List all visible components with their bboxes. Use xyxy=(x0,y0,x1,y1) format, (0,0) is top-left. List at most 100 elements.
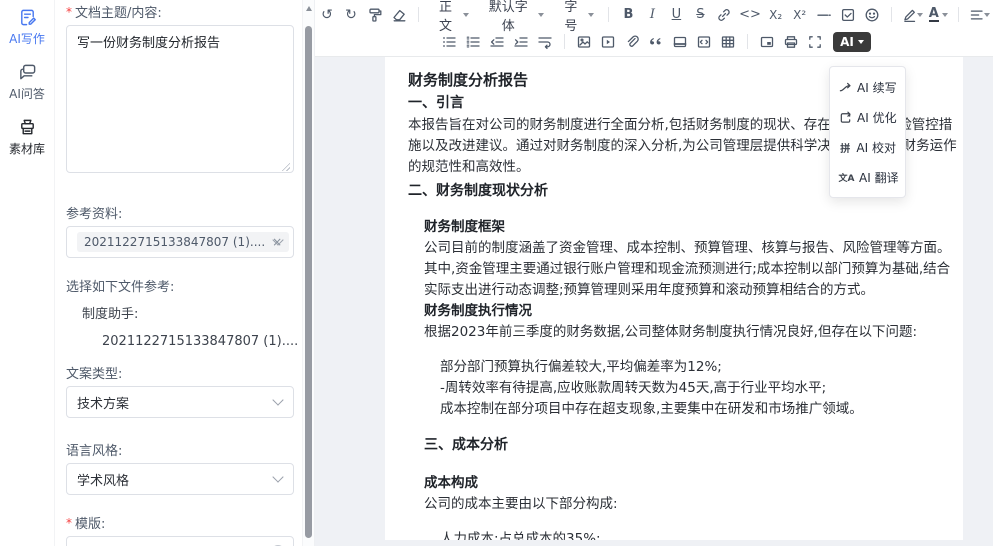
underline-button[interactable]: U xyxy=(665,4,687,26)
format-painter-icon xyxy=(367,7,383,23)
reference-tag: 2021122715133847807 (1).... × xyxy=(77,232,289,252)
toolbar-divider xyxy=(958,7,959,22)
inline-code-button[interactable]: <> xyxy=(737,4,762,26)
divider-button[interactable] xyxy=(669,31,691,53)
bold-button[interactable]: B xyxy=(617,4,639,26)
print-button[interactable] xyxy=(780,31,802,53)
horizontal-rule-icon xyxy=(816,7,832,23)
link-icon xyxy=(716,7,732,23)
highlight-pen-icon xyxy=(902,7,917,23)
required-asterisk: * xyxy=(66,516,72,530)
indent-increase-button[interactable] xyxy=(510,31,532,53)
table-icon xyxy=(720,34,736,50)
menu-item-ai-continue[interactable]: AI 续写 xyxy=(830,72,905,102)
code-block-button[interactable] xyxy=(693,31,715,53)
ordered-list-button[interactable] xyxy=(462,31,484,53)
library-icon xyxy=(18,118,37,137)
soft-wrap-button[interactable] xyxy=(534,31,556,53)
toolbar-row-1: ↺ ↻ 正文 默认字体 xyxy=(315,1,993,28)
strikethrough-button[interactable]: S xyxy=(689,4,711,26)
chevron-down-icon xyxy=(272,394,283,405)
horizontal-rule-button[interactable] xyxy=(813,4,835,26)
reference-select[interactable]: 2021122715133847807 (1).... × xyxy=(66,226,294,258)
fullscreen-icon xyxy=(807,34,823,50)
page-panel-icon xyxy=(759,34,775,50)
highlight-pen-button[interactable] xyxy=(900,4,925,26)
language-style-select[interactable]: 学术风格 xyxy=(66,463,294,495)
blockquote-button[interactable] xyxy=(645,31,667,53)
form-scrollbar[interactable] xyxy=(302,0,314,546)
paragraph-style-select[interactable]: 正文 xyxy=(426,4,476,26)
emoji-button[interactable] xyxy=(861,4,883,26)
bullet-list-icon xyxy=(441,34,457,50)
blockquote-icon xyxy=(648,34,664,50)
continue-writing-icon xyxy=(839,81,852,94)
sidebar: AI写作 AI问答 素材库 xyxy=(0,0,55,546)
doc-heading: 三、成本分析 xyxy=(424,434,957,457)
indent-decrease-button[interactable] xyxy=(486,31,508,53)
undo-button[interactable]: ↺ xyxy=(316,4,338,26)
print-icon xyxy=(783,34,799,50)
font-color-button[interactable]: A xyxy=(927,4,950,26)
task-list-button[interactable] xyxy=(837,4,859,26)
font-family-select[interactable]: 默认字体 xyxy=(476,4,551,26)
attachment-icon xyxy=(624,34,640,50)
doc-subheading: 财务制度执行情况 xyxy=(424,301,957,322)
video-icon xyxy=(600,34,616,50)
sidebar-item-material-library[interactable]: 素材库 xyxy=(0,118,54,157)
fullscreen-button[interactable] xyxy=(804,31,826,53)
sidebar-item-ai-writing[interactable]: AI写作 xyxy=(0,8,54,47)
table-button[interactable] xyxy=(717,31,739,53)
eraser-icon xyxy=(391,7,407,23)
sidebar-item-label: AI写作 xyxy=(9,30,45,47)
caret-down-icon xyxy=(917,13,923,17)
bullet-list-button[interactable] xyxy=(438,31,460,53)
soft-wrap-icon xyxy=(537,34,553,50)
superscript-button[interactable]: X² xyxy=(789,4,811,26)
doc-type-label: 文案类型: xyxy=(66,363,294,382)
insert-image-button[interactable] xyxy=(573,31,595,53)
doc-list-item: 成本控制在部分项目中存在超支现象,主要集中在研发和市场推广领域。 xyxy=(440,399,957,420)
code-block-icon xyxy=(696,34,712,50)
doc-list-item: 人力成本:占总成本的35%; xyxy=(440,529,957,540)
format-painter-button[interactable] xyxy=(364,4,386,26)
doc-type-select[interactable]: 技术方案 xyxy=(66,386,294,418)
undo-icon: ↺ xyxy=(321,8,333,22)
scroll-up-icon[interactable] xyxy=(306,6,312,11)
eraser-button[interactable] xyxy=(388,4,410,26)
scrollbar-thumb[interactable] xyxy=(305,26,312,538)
caret-down-icon xyxy=(538,13,544,17)
insert-video-button[interactable] xyxy=(597,31,619,53)
topic-label: * 文档主题/内容: xyxy=(66,2,294,21)
doc-list-item: 部分部门预算执行偏差较大,平均偏差率为12%; xyxy=(440,357,957,378)
file-row: 2021122715133847807 (1).... xyxy=(66,334,294,349)
ordered-list-icon xyxy=(465,34,481,50)
doc-paragraph: 根据2023年前三季度的财务数据,公司整体财务制度执行情况良好,但存在以下问题: xyxy=(424,322,957,343)
align-button[interactable] xyxy=(967,4,992,26)
topic-textarea[interactable]: 写一份财务制度分析报告 xyxy=(66,25,294,173)
template-select[interactable]: 通用模板 xyxy=(66,536,294,546)
chevron-down-icon xyxy=(272,471,283,482)
link-button[interactable] xyxy=(713,4,735,26)
ai-writing-form: * 文档主题/内容: 写一份财务制度分析报告 参考资料: 20211227151… xyxy=(56,0,302,546)
subscript-button[interactable]: X₂ xyxy=(765,4,787,26)
file-group-label: 制度助手: xyxy=(82,303,294,322)
caret-down-icon xyxy=(588,13,594,17)
ai-menu-button[interactable]: AI xyxy=(833,32,871,52)
menu-item-ai-translate[interactable]: 文A AI 翻译 xyxy=(830,162,905,192)
reference-label: 参考资料: xyxy=(66,203,294,222)
redo-button[interactable]: ↻ xyxy=(340,4,362,26)
redo-icon: ↻ xyxy=(345,8,357,22)
page-panel-button[interactable] xyxy=(756,31,778,53)
caret-down-icon xyxy=(942,13,948,17)
menu-item-ai-optimize[interactable]: AI 优化 xyxy=(830,102,905,132)
sidebar-item-ai-qa[interactable]: AI问答 xyxy=(0,63,54,102)
toolbar-divider xyxy=(564,34,565,49)
menu-item-ai-proofread[interactable]: 拼 AI 校对 xyxy=(830,132,905,162)
toolbar-divider xyxy=(747,34,748,49)
toolbar-divider xyxy=(418,7,419,22)
required-asterisk: * xyxy=(66,5,72,19)
attachment-button[interactable] xyxy=(621,31,643,53)
italic-button[interactable]: I xyxy=(641,4,663,26)
font-size-select[interactable]: 字号 xyxy=(551,4,601,26)
